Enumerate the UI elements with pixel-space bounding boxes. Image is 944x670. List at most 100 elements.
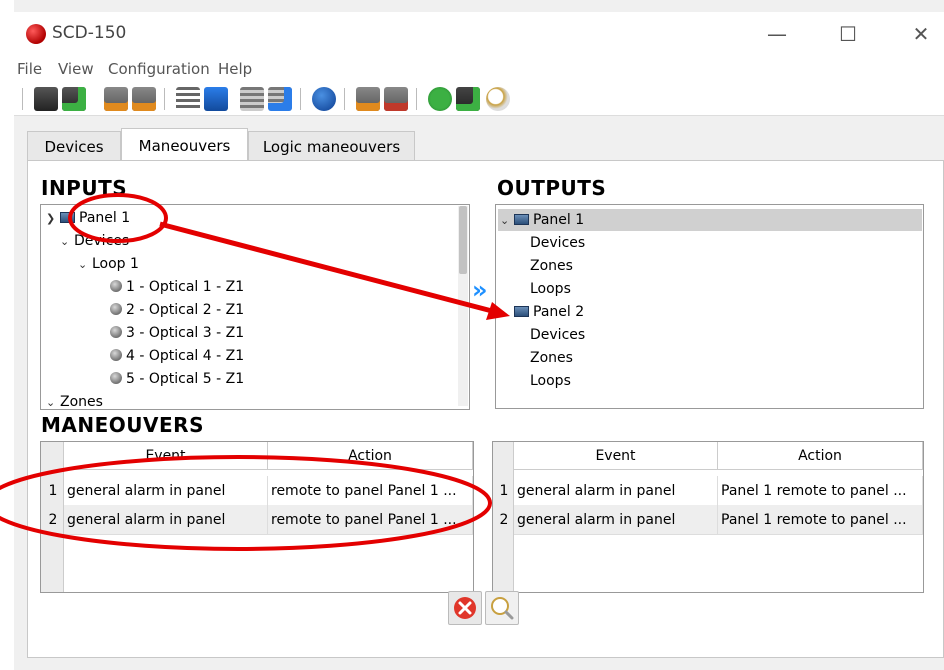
menu-view[interactable]: View [58, 60, 94, 78]
tree-node-panel[interactable]: ❯ Panel 1 [46, 207, 130, 229]
save-as-icon[interactable] [62, 87, 86, 111]
cell-event[interactable]: general alarm in panel [64, 476, 268, 506]
optical-detector-icon [110, 280, 122, 292]
tree-node-zones[interactable]: ⌄ Zones [46, 391, 103, 413]
cell-action[interactable]: Panel 1 remote to panel ... [718, 476, 923, 506]
tree-node-label: Panel 2 [533, 304, 585, 320]
maximize-button[interactable]: ☐ [833, 22, 863, 46]
tree-node-loop[interactable]: ⌄ Loop 1 [78, 253, 139, 275]
clipboard-icon[interactable] [456, 87, 480, 111]
menu-file[interactable]: File [17, 60, 42, 78]
add-blue-icon[interactable] [204, 87, 228, 111]
toolbar-grip [22, 88, 23, 110]
csv-icon[interactable] [356, 87, 380, 111]
toolbar-separator [344, 88, 345, 110]
toolbar-separator [300, 88, 301, 110]
toolbar-separator [416, 88, 417, 110]
tree-node-device[interactable]: 5 - Optical 5 - Z1 [110, 368, 244, 390]
tree-node-devices[interactable]: Devices [530, 324, 585, 346]
zoom-button[interactable] [485, 591, 519, 625]
cell-event[interactable]: general alarm in panel [64, 505, 268, 535]
title-bar [14, 12, 944, 58]
column-header-action[interactable]: Action [268, 442, 473, 470]
cell-event[interactable]: general alarm in panel [514, 505, 718, 535]
tree-node-zones[interactable]: Zones [530, 255, 573, 277]
menu-help[interactable]: Help [218, 60, 252, 78]
tree-node-device[interactable]: 3 - Optical 3 - Z1 [110, 322, 244, 344]
tree-node-label: Panel 1 [79, 210, 131, 226]
transfer-arrow-icon[interactable]: » [472, 276, 488, 304]
tab-maneouvers[interactable]: Maneouvers [121, 128, 248, 162]
tree-node-devices[interactable]: ⌄ Devices [60, 230, 129, 252]
outputs-title: OUTPUTS [497, 176, 607, 200]
tree-node-label: Zones [60, 394, 103, 410]
menu-configuration[interactable]: Configuration [108, 60, 210, 78]
tree-node-zones[interactable]: Zones [530, 347, 573, 369]
inputs-scroll-thumb[interactable] [459, 206, 467, 274]
tree-node-label: Panel 1 [533, 212, 585, 228]
row-number: 1 [499, 483, 509, 499]
close-button[interactable]: ✕ [906, 22, 936, 46]
tree-node-device[interactable]: 1 - Optical 1 - Z1 [110, 276, 244, 298]
column-header-event[interactable]: Event [514, 442, 718, 470]
tab-logic-maneouvers[interactable]: Logic maneouvers [248, 131, 415, 161]
tree-node-devices[interactable]: Devices [530, 232, 585, 254]
cell-action[interactable]: remote to panel Panel 1 ... [268, 505, 473, 535]
row-number: 2 [499, 512, 509, 528]
row-number: 1 [48, 483, 58, 499]
panel-icon [514, 214, 529, 225]
list-add-icon[interactable] [268, 87, 292, 111]
tree-node-device[interactable]: 2 - Optical 2 - Z1 [110, 299, 244, 321]
csv-import-icon[interactable] [132, 87, 156, 111]
tree-node-label: 1 - Optical 1 - Z1 [126, 279, 245, 295]
txt-icon[interactable] [384, 87, 408, 111]
chevron-down-icon[interactable]: ⌄ [60, 231, 74, 253]
cell-event[interactable]: general alarm in panel [514, 476, 718, 506]
app-icon [26, 24, 46, 44]
tree-node-label: 3 - Optical 3 - Z1 [126, 325, 245, 341]
chevron-down-icon[interactable]: ❯ [46, 208, 60, 230]
tree-node-loops[interactable]: Loops [530, 278, 571, 300]
window-left-edge [0, 0, 14, 670]
chevron-down-icon[interactable]: ⌄ [78, 254, 92, 276]
tab-devices[interactable]: Devices [27, 131, 121, 161]
panel-icon [60, 212, 75, 223]
save-icon[interactable] [34, 87, 58, 111]
tree-node-label: 4 - Optical 4 - Z1 [126, 348, 245, 364]
tree-node-panel-1[interactable]: ⌄ Panel 1 [500, 209, 584, 231]
maneouvers-title: MANEOUVERS [41, 413, 204, 437]
optical-detector-icon [110, 303, 122, 315]
tree-node-label: 5 - Optical 5 - Z1 [126, 371, 245, 387]
minimize-button[interactable]: — [762, 22, 792, 46]
window-title: SCD-150 [52, 23, 127, 43]
optical-detector-icon [110, 349, 122, 361]
tree-node-label: Devices [74, 233, 130, 249]
tree-node-loops[interactable]: Loops [530, 370, 571, 392]
tree-node-label: Loop 1 [92, 256, 139, 272]
optical-detector-icon [110, 372, 122, 384]
chevron-down-icon[interactable]: ⌄ [500, 210, 514, 232]
toolbar-separator [164, 88, 165, 110]
tree-node-device[interactable]: 4 - Optical 4 - Z1 [110, 345, 244, 367]
zoom-icon [491, 597, 514, 620]
column-header-action[interactable]: Action [718, 442, 923, 470]
tree-node-label: 2 - Optical 2 - Z1 [126, 302, 245, 318]
csv-export-icon[interactable] [104, 87, 128, 111]
delete-icon [454, 597, 476, 619]
search-icon[interactable] [486, 87, 510, 111]
cell-action[interactable]: remote to panel Panel 1 ... [268, 476, 473, 506]
optical-detector-icon [110, 326, 122, 338]
tree-node-panel-2[interactable]: ⌄ Panel 2 [500, 301, 584, 323]
delete-button[interactable] [448, 591, 482, 625]
add-list-icon[interactable] [176, 87, 200, 111]
refresh-icon[interactable] [428, 87, 452, 111]
column-header-event[interactable]: Event [64, 442, 268, 470]
chevron-down-icon[interactable]: ⌄ [500, 302, 514, 324]
panel-icon [514, 306, 529, 317]
cell-action[interactable]: Panel 1 remote to panel ... [718, 505, 923, 535]
globe-icon[interactable] [312, 87, 336, 111]
list-icon[interactable] [240, 87, 264, 111]
row-number: 2 [48, 512, 58, 528]
chevron-down-icon[interactable]: ⌄ [46, 392, 60, 414]
inputs-title: INPUTS [41, 176, 128, 200]
